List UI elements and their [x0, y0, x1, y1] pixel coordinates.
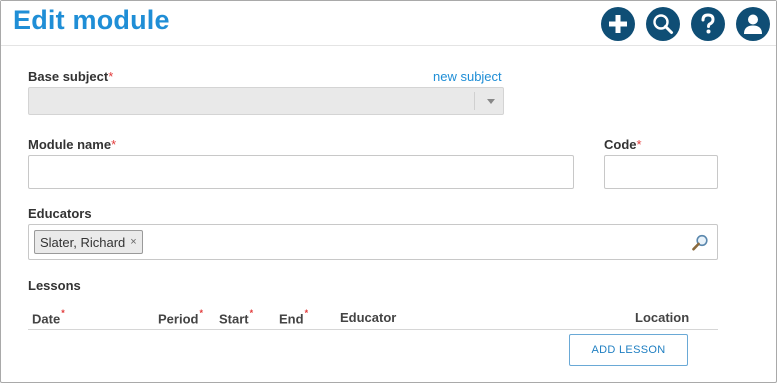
column-header-period[interactable]: Period*: [158, 308, 203, 326]
plus-icon: [609, 15, 627, 33]
help-button[interactable]: [691, 7, 725, 41]
column-header-start[interactable]: Start*: [219, 308, 253, 326]
column-header-location[interactable]: Location: [635, 310, 689, 325]
magnifier-icon[interactable]: [692, 234, 709, 251]
base-subject-label: Base subject*: [28, 69, 114, 84]
page-header: Edit module: [1, 1, 776, 46]
column-header-date[interactable]: Date*: [32, 308, 65, 326]
chevron-down-icon[interactable]: [487, 99, 495, 104]
lessons-label: Lessons: [28, 278, 81, 293]
base-subject-select[interactable]: [28, 87, 504, 115]
add-button[interactable]: [601, 7, 635, 41]
add-lesson-button[interactable]: ADD LESSON: [569, 334, 688, 366]
account-button[interactable]: [736, 7, 770, 41]
column-header-educator[interactable]: Educator: [340, 310, 396, 325]
question-icon: [701, 13, 715, 34]
select-separator: [474, 92, 475, 110]
module-name-label: Module name*: [28, 137, 117, 152]
module-name-field[interactable]: [28, 155, 574, 189]
search-icon: [653, 14, 673, 34]
window-frame: [0, 0, 777, 383]
table-header-divider: [28, 329, 718, 330]
educators-label: Educators: [28, 206, 92, 221]
educator-tag-label: Slater, Richard: [40, 234, 126, 250]
page-title: Edit module: [13, 5, 170, 35]
user-icon: [744, 14, 762, 34]
search-button[interactable]: [646, 7, 680, 41]
column-header-end[interactable]: End*: [279, 308, 308, 326]
code-label: Code*: [604, 137, 642, 152]
educator-tag: Slater, Richard ×: [34, 230, 143, 254]
remove-tag-icon[interactable]: ×: [130, 236, 136, 248]
code-field[interactable]: [604, 155, 718, 189]
new-subject-link[interactable]: new subject: [433, 69, 502, 84]
educators-multiselect[interactable]: Slater, Richard ×: [28, 224, 718, 260]
